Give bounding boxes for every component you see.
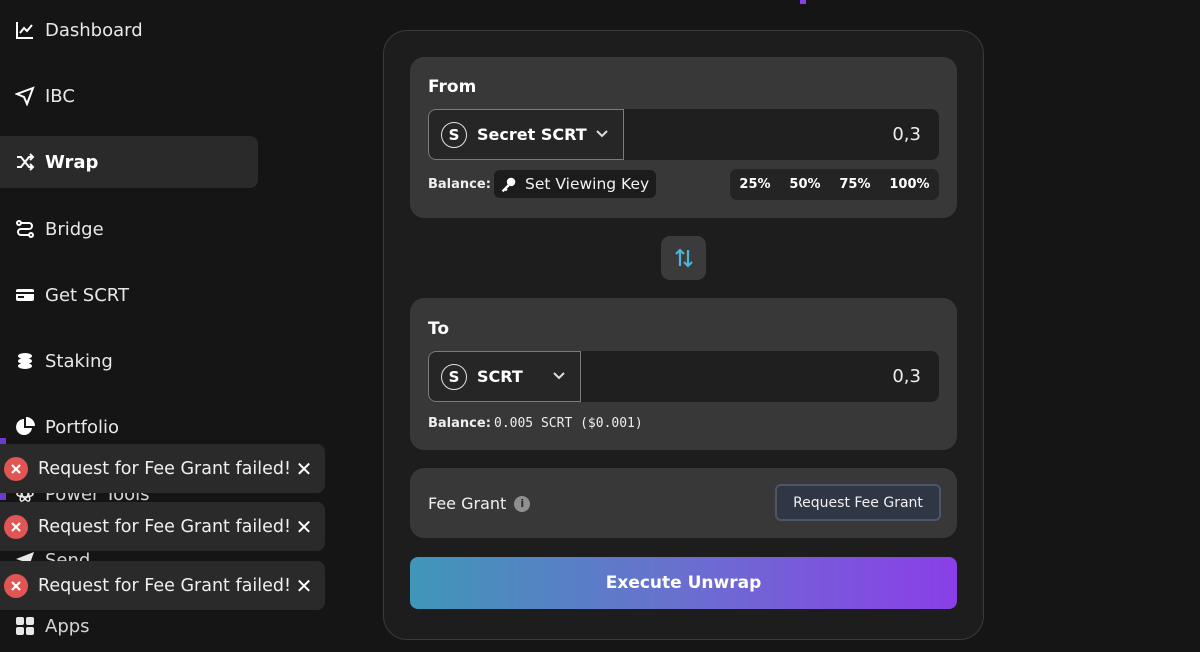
from-amount-input[interactable]: 0,3 [892,109,921,160]
error-icon [4,573,28,598]
error-toast: Request for Fee Grant failed! ✕ [0,561,325,610]
route-icon [16,220,34,238]
sidebar-item-staking[interactable]: Staking [0,335,258,387]
credit-card-icon [16,289,34,301]
sidebar-item-label: Dashboard [45,19,143,41]
sidebar-item-label: Get SCRT [45,284,129,306]
sidebar-item-label: Apps [45,615,90,637]
fee-grant-label: Fee Grant [428,494,507,513]
sidebar-item-ibc[interactable]: IBC [0,70,258,122]
key-icon [501,177,516,192]
sidebar-item-label: Bridge [45,218,104,240]
from-title: From [428,77,477,97]
swap-arrows-icon [674,248,693,268]
top-accent-bar [800,0,806,4]
to-amount-input[interactable]: 0,3 [892,351,921,402]
fee-grant-label-group: Fee Grant i [428,494,531,513]
chevron-down-icon [596,130,608,138]
sidebar-item-label: Staking [45,350,113,372]
toast-message: Request for Fee Grant failed! [38,458,291,479]
error-icon [4,514,28,539]
sidebar-item-get-scrt[interactable]: Get SCRT [0,269,258,321]
set-viewing-key-label: Set Viewing Key [525,175,650,193]
set-viewing-key-button[interactable]: Set Viewing Key [494,170,657,198]
sidebar-item-label: Wrap [45,151,99,173]
execute-unwrap-button[interactable]: Execute Unwrap [410,557,957,609]
secret-token-icon: S [441,363,467,390]
coins-icon [18,353,32,369]
pie-chart-icon [16,417,35,435]
send-arrow-icon [15,86,35,106]
secret-token-icon: S [441,121,467,148]
to-balance-label: Balance: [428,416,491,431]
sidebar-item-dashboard[interactable]: Dashboard [0,4,258,56]
percent-selector: 25% 50% 75% 100% [730,169,939,200]
to-balance-value: 0.005 SCRT ($0.001) [494,416,643,431]
percent-100-button[interactable]: 100% [889,177,929,192]
to-panel: To S SCRT 0,3 Balance: 0.005 SCRT ($0.00… [410,298,957,450]
to-token-label: SCRT [477,367,523,386]
percent-75-button[interactable]: 75% [839,177,870,192]
shuffle-icon [17,153,35,171]
fee-grant-panel: Fee Grant i Request Fee Grant [410,468,957,538]
percent-50-button[interactable]: 50% [789,177,820,192]
from-panel: From S Secret SCRT 0,3 Balance: Set View… [410,57,957,218]
swap-direction-button[interactable] [661,236,706,280]
percent-25-button[interactable]: 25% [739,177,770,192]
toast-message: Request for Fee Grant failed! [38,575,291,596]
to-input-row: S SCRT 0,3 [428,351,939,402]
close-icon[interactable]: ✕ [291,574,317,598]
error-icon [4,456,28,481]
to-title: To [428,319,450,339]
from-token-label: Secret SCRT [477,125,587,144]
sidebar-item-bridge[interactable]: Bridge [0,203,258,255]
from-input-row: S Secret SCRT 0,3 [428,109,939,160]
from-token-select[interactable]: S Secret SCRT [428,109,624,160]
error-toast: Request for Fee Grant failed! ✕ [0,444,325,493]
sidebar-item-wrap[interactable]: Wrap [0,136,258,188]
sidebar-item-label: IBC [45,85,75,107]
request-fee-grant-button[interactable]: Request Fee Grant [775,484,941,521]
to-token-select[interactable]: S SCRT [428,351,581,402]
sidebar-item-label: Portfolio [45,416,120,438]
close-icon[interactable]: ✕ [291,515,317,539]
chevron-down-icon [553,372,565,380]
chart-line-icon [16,22,33,39]
grid-icon [16,617,34,635]
toast-message: Request for Fee Grant failed! [38,516,291,537]
error-toast: Request for Fee Grant failed! ✕ [0,502,325,551]
from-balance-label: Balance: [428,177,491,192]
info-icon[interactable]: i [514,495,531,512]
close-icon[interactable]: ✕ [291,457,317,481]
